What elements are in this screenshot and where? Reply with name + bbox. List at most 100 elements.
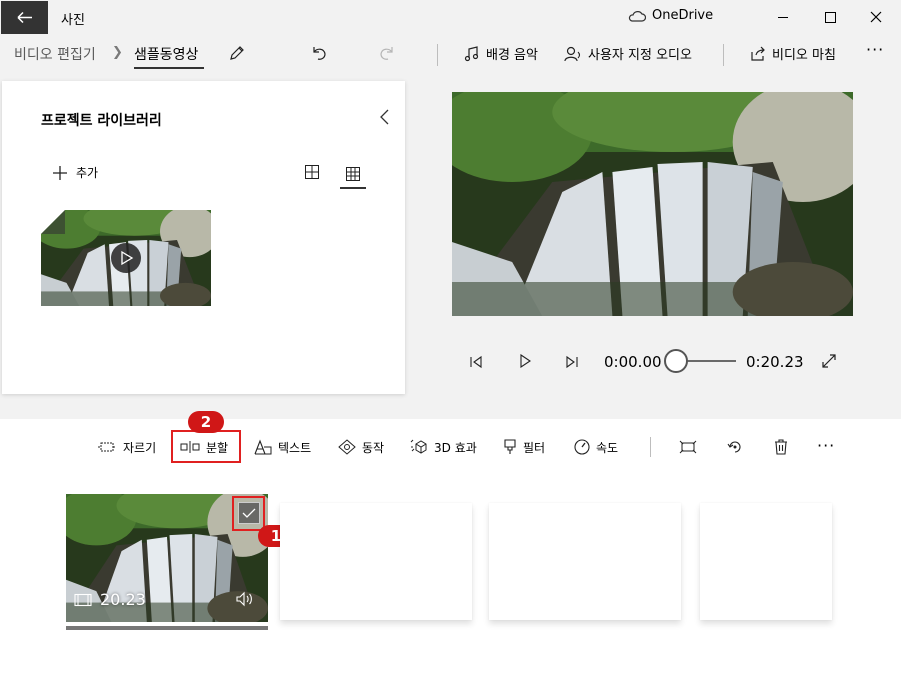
volume-icon [236,591,252,607]
more-options-button[interactable]: ··· [866,40,884,59]
breadcrumb-separator-icon: ❯ [112,45,123,60]
background-music-label: 배경 음악 [486,48,538,63]
text-icon [254,439,272,455]
grid-large-icon [305,165,319,179]
background-music-button[interactable]: 배경 음악 [464,44,538,63]
empty-clip-slot[interactable] [700,503,832,620]
plus-icon [53,165,67,180]
add-media-button[interactable]: 추가 [52,164,98,181]
minimize-icon [778,17,788,18]
added-corner-marker-icon [41,210,65,234]
text-button[interactable]: 텍스트 [254,438,311,456]
clip-duration-label: 20.23 [100,590,146,609]
add-media-label: 추가 [76,166,99,180]
project-library-title: 프로젝트 라이브러리 [41,113,162,129]
filters-button[interactable]: 필터 [503,438,545,456]
checkbox-highlight-box [232,496,265,531]
total-time: 0:20.23 [746,353,804,371]
step-badge-2: 2 [188,411,224,433]
custom-audio-label: 사용자 지정 오디오 [588,48,692,63]
expand-icon [822,354,836,368]
trim-label: 자르기 [123,440,157,455]
pencil-icon [230,46,244,60]
share-icon [751,46,765,61]
redo-button[interactable] [376,42,398,64]
maximize-button[interactable] [807,1,853,33]
clip-volume-button[interactable] [234,590,256,608]
finish-video-label: 비디오 마침 [772,48,836,63]
storyboard-more-button[interactable]: ··· [817,436,835,455]
speed-label: 속도 [596,440,619,455]
delete-button[interactable] [771,437,791,457]
waterfall-preview-image [452,92,853,316]
current-time: 0:00.00 [604,353,662,371]
text-label: 텍스트 [278,440,312,455]
speedometer-icon [574,439,590,455]
speed-button[interactable]: 속도 [574,438,618,456]
small-grid-view-button[interactable] [340,161,366,189]
trim-icon [98,442,116,452]
undo-button[interactable] [308,42,330,64]
play-icon [520,354,531,368]
breadcrumb-underline [134,67,204,69]
library-video-thumbnail[interactable] [41,210,211,306]
breadcrumb-parent[interactable]: 비디오 편집기 [14,44,96,64]
project-library-panel: 프로젝트 라이브러리 추가 [2,81,405,394]
next-frame-button[interactable] [562,352,582,372]
trash-icon [775,439,787,455]
title-bar: 사진 OneDrive [0,0,901,34]
motion-label: 동작 [362,440,385,455]
rotate-button[interactable] [725,437,745,457]
toolbar-divider [723,44,724,66]
toolbar-divider [437,44,438,66]
3d-effects-icon [410,439,427,454]
collapse-library-button[interactable] [374,106,394,128]
3d-effects-label: 3D 효과 [434,440,477,455]
motion-icon [338,439,356,455]
finish-video-button[interactable]: 비디오 마침 [750,44,836,63]
onedrive-status[interactable]: OneDrive [628,8,713,23]
fullscreen-button[interactable] [818,350,840,372]
empty-clip-slot[interactable] [280,503,472,620]
music-note-icon [464,45,479,61]
redo-icon [380,47,393,60]
close-icon [870,11,882,23]
minimize-button[interactable] [760,1,806,33]
filter-brush-icon [504,439,516,454]
undo-icon [313,47,326,60]
rename-button[interactable] [226,42,248,64]
crop-resize-button[interactable] [678,437,698,457]
split-highlight-box [171,430,241,463]
large-grid-view-button[interactable] [303,163,321,181]
empty-clip-slot[interactable] [489,503,681,620]
app-title: 사진 [61,13,85,28]
back-button[interactable] [1,1,48,34]
video-preview[interactable] [452,92,853,316]
tools-divider [650,437,651,457]
close-button[interactable] [853,1,899,33]
step-forward-icon [566,355,578,369]
back-arrow-icon [17,11,32,24]
film-icon [74,593,92,606]
seek-slider-thumb[interactable] [664,349,688,373]
custom-audio-button[interactable]: 사용자 지정 오디오 [564,44,692,63]
previous-frame-button[interactable] [466,352,486,372]
rotate-icon [727,441,741,453]
step-back-icon [470,355,482,369]
cloud-icon [628,10,646,22]
chevron-left-icon [380,109,389,125]
play-overlay-icon [111,243,141,273]
filters-label: 필터 [523,440,546,455]
onedrive-label: OneDrive [652,8,714,23]
play-button[interactable] [515,351,535,371]
clip-duration: 20.23 [74,590,146,609]
motion-button[interactable]: 동작 [338,438,384,456]
breadcrumb-current[interactable]: 샘플동영상 [134,44,198,64]
3d-effects-button[interactable]: 3D 효과 [410,438,477,456]
grid-small-icon [346,167,360,181]
command-bar: 비디오 편집기 ❯ 샘플동영상 배경 음악 사용자 지정 오디오 비디오 마침 … [0,34,901,74]
clip-selection-bar [66,626,268,630]
resize-frame-icon [679,440,697,454]
maximize-icon [825,12,836,23]
trim-button[interactable]: 자르기 [97,438,156,456]
